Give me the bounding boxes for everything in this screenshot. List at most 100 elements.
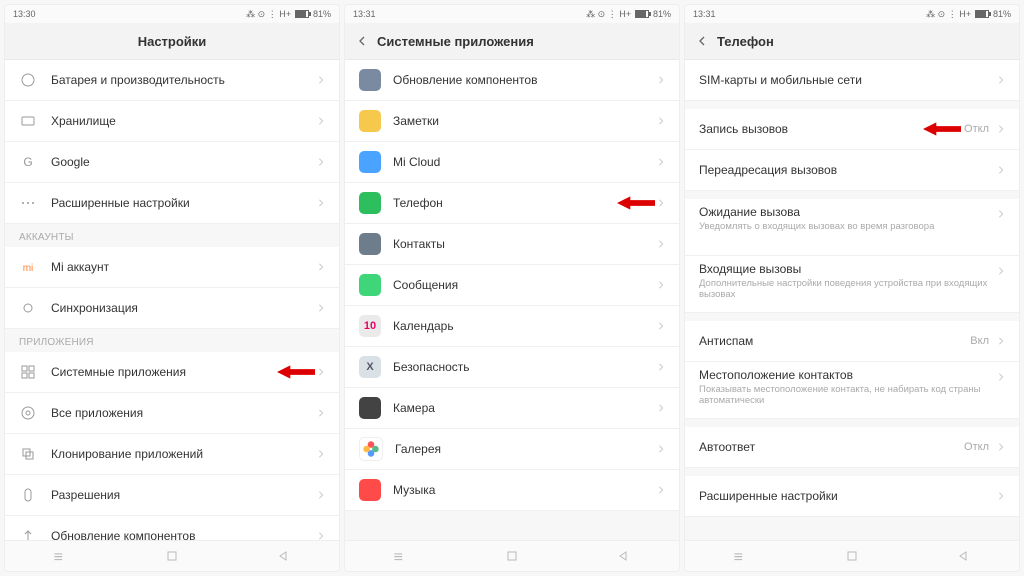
settings-item[interactable]: Системные приложения — [5, 352, 339, 393]
app-item[interactable]: X Безопасность — [345, 347, 679, 388]
chevron-right-icon — [317, 363, 325, 381]
chevron-right-icon — [997, 487, 1005, 505]
item-label: Системные приложения — [51, 365, 317, 379]
settings-item[interactable]: Хранилище — [5, 101, 339, 142]
app-item[interactable]: Заметки — [345, 101, 679, 142]
item-icon — [19, 194, 37, 212]
phone-setting-item[interactable]: Входящие вызовыДополнительные настройки … — [685, 256, 1019, 313]
phone-setting-item[interactable]: Местоположение контактовПоказывать место… — [685, 362, 1019, 419]
nav-home[interactable] — [165, 549, 179, 563]
app-label: Сообщения — [393, 278, 657, 292]
nav-menu[interactable]: ≡ — [394, 549, 408, 563]
nav-back[interactable] — [616, 549, 630, 563]
app-label: Безопасность — [393, 360, 657, 374]
nav-menu[interactable]: ≡ — [734, 549, 748, 563]
nav-back[interactable] — [276, 549, 290, 563]
app-item[interactable]: Mi Cloud — [345, 142, 679, 183]
chevron-right-icon — [317, 112, 325, 130]
battery-percent: 81% — [993, 9, 1011, 19]
chevron-right-icon — [317, 445, 325, 463]
phone-setting-item[interactable]: SIM-карты и мобильные сети — [685, 60, 1019, 101]
app-label: Камера — [393, 401, 657, 415]
chevron-right-icon — [657, 317, 665, 335]
app-item[interactable]: Сообщения — [345, 265, 679, 306]
app-item[interactable]: Обновление компонентов — [345, 60, 679, 101]
nav-menu[interactable]: ≡ — [54, 549, 68, 563]
item-icon — [19, 404, 37, 422]
header-title: Настройки — [138, 34, 207, 49]
app-item[interactable]: Камера — [345, 388, 679, 429]
app-icon: X — [359, 356, 381, 378]
item-label: Ожидание вызова — [699, 205, 997, 219]
item-label: SIM-карты и мобильные сети — [699, 73, 997, 87]
phone-setting-item[interactable]: Запись вызововОткл — [685, 109, 1019, 150]
phone-setting-item[interactable]: Ожидание вызоваУведомлять о входящих выз… — [685, 199, 1019, 256]
chevron-right-icon — [317, 299, 325, 317]
settings-item[interactable]: Все приложения — [5, 393, 339, 434]
item-label: Обновление компонентов — [51, 529, 317, 540]
chevron-right-icon — [317, 194, 325, 212]
item-label: Mi аккаунт — [51, 260, 317, 274]
back-button[interactable] — [693, 32, 711, 50]
item-label: Клонирование приложений — [51, 447, 317, 461]
app-label: Контакты — [393, 237, 657, 251]
section-accounts: АККАУНТЫ — [5, 224, 339, 247]
status-bar: 13:30⁂ ⊙ ⋮ Н+81% — [5, 5, 339, 23]
item-icon — [19, 527, 37, 540]
chevron-right-icon — [317, 153, 325, 171]
app-icon — [359, 274, 381, 296]
app-item[interactable]: Контакты — [345, 224, 679, 265]
item-label: Антиспам — [699, 334, 970, 348]
item-label: Батарея и производительность — [51, 73, 317, 87]
settings-item[interactable]: Разрешения — [5, 475, 339, 516]
phone-setting-item[interactable]: Переадресация вызовов — [685, 150, 1019, 191]
settings-item[interactable]: miMi аккаунт — [5, 247, 339, 288]
settings-item[interactable]: Расширенные настройки — [5, 183, 339, 224]
status-bar: 13:31⁂ ⊙ ⋮ Н+81% — [685, 5, 1019, 23]
nav-home[interactable] — [505, 549, 519, 563]
app-item[interactable]: Телефон — [345, 183, 679, 224]
settings-item[interactable]: Обновление компонентов — [5, 516, 339, 540]
item-icon — [19, 445, 37, 463]
phone-setting-item[interactable]: Расширенные настройки — [685, 476, 1019, 517]
item-label: Синхронизация — [51, 301, 317, 315]
settings-item[interactable]: GGoogle — [5, 142, 339, 183]
nav-bar: ≡ — [685, 540, 1019, 571]
chevron-right-icon — [317, 527, 325, 540]
phone-setting-item[interactable]: АнтиспамВкл — [685, 321, 1019, 362]
chevron-right-icon — [997, 71, 1005, 89]
phone-setting-item[interactable]: АвтоответОткл — [685, 427, 1019, 468]
chevron-right-icon — [657, 358, 665, 376]
chevron-right-icon — [997, 120, 1005, 138]
app-label: Обновление компонентов — [393, 73, 657, 87]
screen-phone-settings: 13:31⁂ ⊙ ⋮ Н+81%ТелефонSIM-карты и мобил… — [684, 4, 1020, 572]
app-icon — [359, 110, 381, 132]
chevron-right-icon — [317, 71, 325, 89]
item-label: Переадресация вызовов — [699, 163, 997, 177]
back-button[interactable] — [353, 32, 371, 50]
item-value: Откл — [964, 123, 989, 135]
nav-home[interactable] — [845, 549, 859, 563]
screen-settings: 13:30⁂ ⊙ ⋮ Н+81% Настройки Батарея и произ… — [4, 4, 340, 572]
app-icon — [359, 397, 381, 419]
app-item[interactable]: Галерея — [345, 429, 679, 470]
chevron-right-icon — [997, 438, 1005, 456]
settings-item[interactable]: Батарея и производительность — [5, 60, 339, 101]
settings-item[interactable]: Клонирование приложений — [5, 434, 339, 475]
item-label: Все приложения — [51, 406, 317, 420]
app-item[interactable]: Музыка — [345, 470, 679, 511]
chevron-right-icon — [997, 262, 1005, 280]
app-item[interactable]: 10Календарь — [345, 306, 679, 347]
screen-system-apps: 13:31⁂ ⊙ ⋮ Н+81%Системные приложенияОбно… — [344, 4, 680, 572]
settings-item[interactable]: Синхронизация — [5, 288, 339, 329]
chevron-right-icon — [657, 194, 665, 212]
chevron-right-icon — [997, 161, 1005, 179]
status-bar: 13:31⁂ ⊙ ⋮ Н+81% — [345, 5, 679, 23]
app-label: Галерея — [395, 442, 657, 456]
battery-percent: 81% — [653, 9, 671, 19]
app-label: Телефон — [393, 196, 657, 210]
nav-back[interactable] — [956, 549, 970, 563]
header-title: Телефон — [717, 34, 774, 49]
status-icons: ⁂ ⊙ ⋮ Н+ — [926, 9, 971, 20]
app-label: Заметки — [393, 114, 657, 128]
